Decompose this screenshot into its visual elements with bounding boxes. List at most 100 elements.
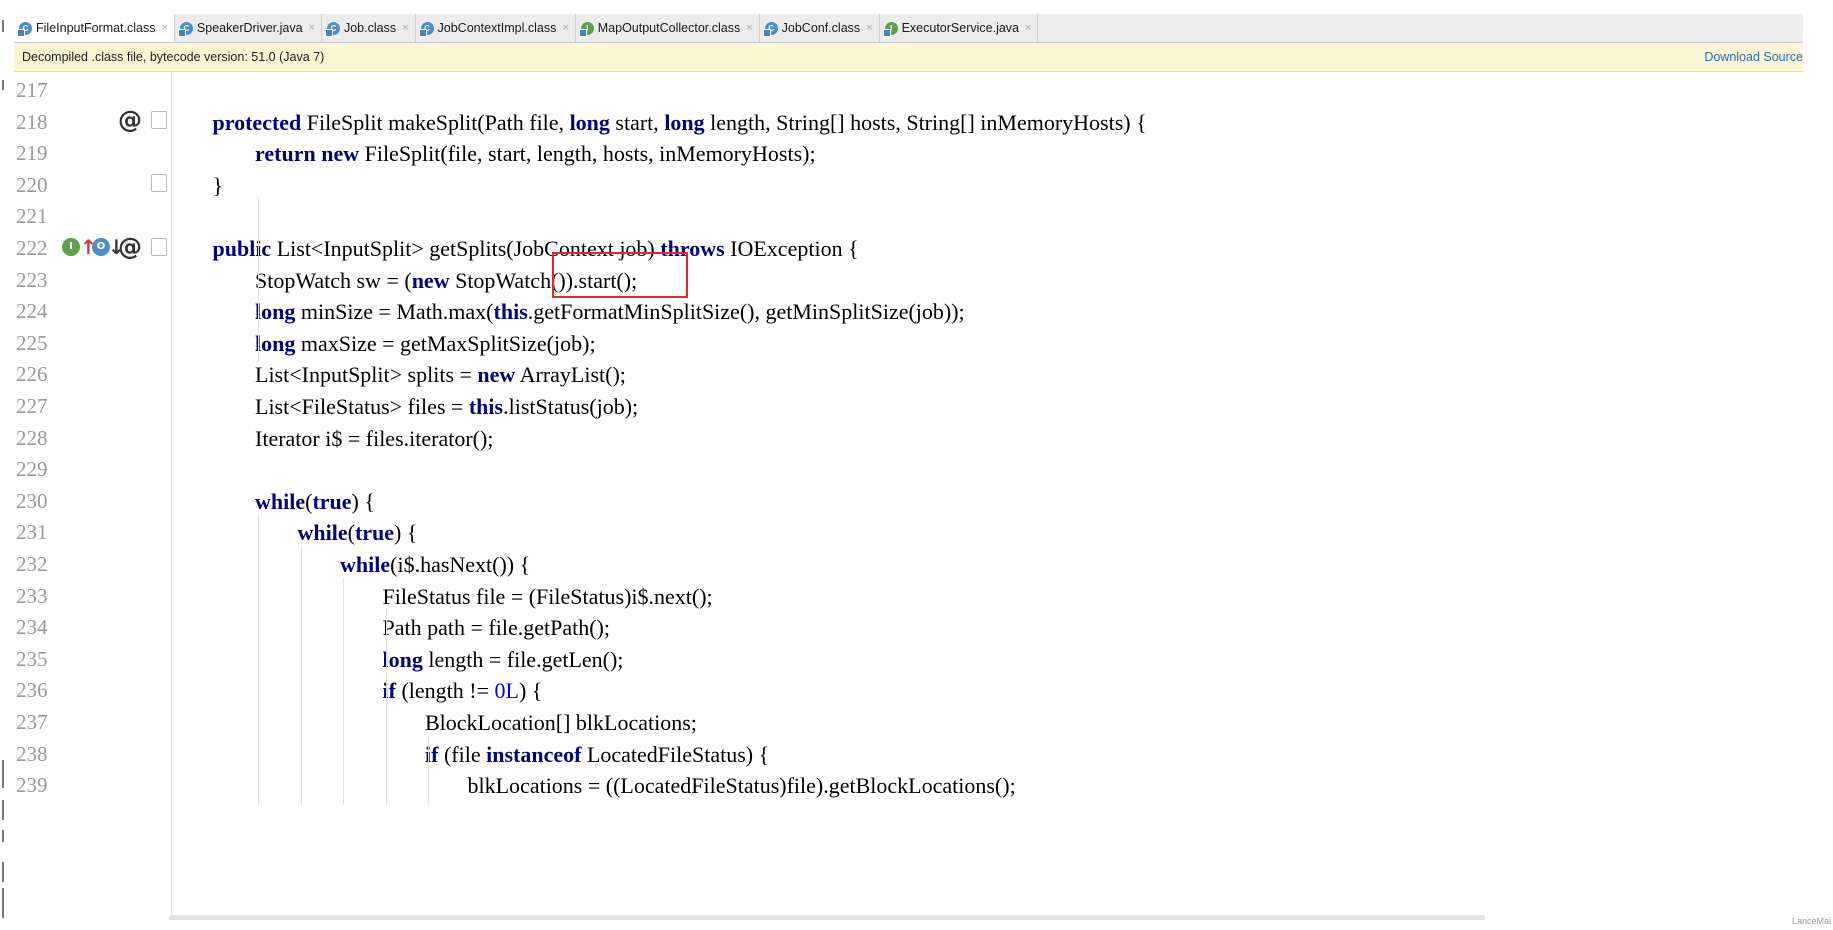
decompiled-notice-bar: Decompiled .class file, bytecode version… <box>14 43 1803 72</box>
code-token: new <box>321 141 360 167</box>
code-token: ) { <box>394 520 418 546</box>
editor-tab-label: JobConf.class <box>781 21 861 35</box>
code-token: maxSize = getMaxSplitSize(job); <box>295 330 596 356</box>
code-token: List<InputSplit> splits = <box>255 362 478 388</box>
close-tab-icon[interactable]: × <box>562 22 568 34</box>
interface-icon: I <box>578 21 594 37</box>
code-token: long <box>664 109 705 135</box>
indent-guide <box>343 577 344 805</box>
decompiled-notice-text: Decompiled .class file, bytecode version… <box>22 50 325 64</box>
code-text: blkLocations = ((LocatedFileStatus)file)… <box>468 767 1016 804</box>
editor-tab-label: ExecutorService.java <box>901 21 1020 35</box>
editor-tab-label: JobContextImpl.class <box>437 21 557 35</box>
close-tab-icon[interactable]: × <box>161 22 167 34</box>
close-tab-icon[interactable]: × <box>309 22 315 34</box>
code-token: protected <box>212 109 302 135</box>
code-token: long <box>382 646 423 672</box>
highlight-box-getsplits <box>552 252 688 298</box>
class-icon: C <box>324 21 340 37</box>
code-token: ) { <box>351 488 375 514</box>
code-token: Path path = file.getPath(); <box>382 615 610 641</box>
watermark-text: LanceMai <box>1791 916 1831 926</box>
code-token: start, <box>609 109 665 135</box>
code-token: .getFormatMinSplitSize(), getMinSplitSiz… <box>527 299 965 325</box>
interface-icon: I <box>882 21 898 37</box>
indent-guide <box>300 546 302 805</box>
code-token: BlockLocation[] blkLocations; <box>425 710 697 735</box>
annotation-at-icon[interactable]: @ <box>118 228 142 265</box>
code-token: while <box>340 552 391 577</box>
editor-tab-label: Job.class <box>343 21 397 35</box>
tool-window-strip <box>0 0 14 930</box>
code-token: FileStatus file = (FileStatus)i$.next(); <box>382 583 713 609</box>
editor-tab-label: FileInputFormat.class <box>36 21 156 35</box>
editor-tab-label: SpeakerDriver.java <box>196 21 303 35</box>
code-token: FileSplit(file, start, length, hosts, in… <box>359 141 816 167</box>
editor-tab-bar: C FileInputFormat.class × C SpeakerDriver.ja… <box>14 14 1803 43</box>
code-token: length = file.getLen(); <box>422 646 624 672</box>
implements-icon[interactable]: I <box>62 228 80 265</box>
class-icon: C <box>418 21 434 37</box>
code-token: FileSplit makeSplit(Path file, <box>301 109 570 135</box>
fold-end-icon[interactable] <box>151 165 167 202</box>
editor-tab[interactable]: C Job.class × <box>322 14 416 42</box>
horizontal-scrollbar[interactable] <box>169 915 1485 920</box>
editor-tab[interactable]: C JobContextImpl.class × <box>416 14 576 42</box>
indent-guide <box>385 609 387 805</box>
code-token: long <box>255 299 296 325</box>
code-token: public <box>212 236 272 261</box>
download-source-link[interactable]: Download Source <box>1704 50 1803 64</box>
close-tab-icon[interactable]: × <box>866 22 872 34</box>
class-icon: C <box>177 21 193 37</box>
close-tab-icon[interactable]: × <box>746 22 752 34</box>
code-token: true <box>312 488 352 514</box>
code-token: return <box>255 141 316 167</box>
editor-tab[interactable]: C JobConf.class × <box>760 14 880 42</box>
editor-tab[interactable]: I MapOutputCollector.class × <box>576 14 760 42</box>
code-token: Iterator i$ = files.iterator(); <box>255 425 494 451</box>
code-token: List<FileStatus> files = <box>255 394 469 419</box>
indent-guide <box>258 198 259 363</box>
indent-guide <box>428 735 429 805</box>
code-token: ) { <box>518 678 543 704</box>
fold-marker-icon[interactable] <box>151 102 167 139</box>
code-token: while <box>297 520 348 546</box>
code-token: (length != <box>395 678 495 704</box>
fold-marker-icon[interactable] <box>151 228 167 265</box>
editor-tab-label: MapOutputCollector.class <box>597 21 741 35</box>
code-token: long <box>569 109 610 135</box>
editor-tab[interactable]: I ExecutorService.java × <box>880 14 1039 42</box>
code-token: blkLocations = ((LocatedFileStatus)file)… <box>467 773 1016 799</box>
close-tab-icon[interactable]: × <box>402 22 408 34</box>
at-sign-glyph: @ <box>118 232 142 261</box>
code-token: IOException { <box>724 236 859 261</box>
code-token: length, String[] hosts, String[] inMemor… <box>704 109 1147 135</box>
code-token: StopWatch sw = ( <box>255 267 412 293</box>
annotation-at-icon[interactable]: @ <box>118 102 142 139</box>
line-gutter: 217 218 219 220 221 222 223 224 225 226 227 228 229 2… <box>14 72 172 920</box>
editor-tab[interactable]: C FileInputFormat.class × <box>14 14 175 42</box>
code-token: minSize = Math.max( <box>295 299 494 325</box>
code-token: (i$.hasNext()) { <box>390 552 531 577</box>
code-area[interactable]: protected FileSplit makeSplit(Path file,… <box>172 72 1803 920</box>
at-sign-glyph: @ <box>118 106 142 135</box>
code-token: new <box>411 267 450 293</box>
code-token: LocatedFileStatus) { <box>581 741 770 767</box>
class-icon: C <box>762 21 778 37</box>
code-token: this <box>493 299 528 325</box>
code-token: ( <box>347 520 355 546</box>
code-token: .listStatus(job); <box>503 394 639 419</box>
indent-guide <box>258 514 259 805</box>
code-token: 0L <box>494 678 519 704</box>
editor-tab[interactable]: C SpeakerDriver.java × <box>175 14 322 42</box>
code-editor[interactable]: 217 218 219 220 221 222 223 224 225 226 227 228 229 2… <box>14 72 1803 920</box>
code-token: instanceof <box>486 741 582 767</box>
code-token: (file <box>438 741 487 767</box>
code-token: true <box>354 520 395 546</box>
line-number: 239 <box>16 773 48 798</box>
code-token: new <box>477 362 516 388</box>
close-tab-icon[interactable]: × <box>1025 22 1031 34</box>
code-token: this <box>468 394 504 419</box>
implements-badge: I <box>62 237 80 256</box>
class-icon: C <box>17 21 32 37</box>
